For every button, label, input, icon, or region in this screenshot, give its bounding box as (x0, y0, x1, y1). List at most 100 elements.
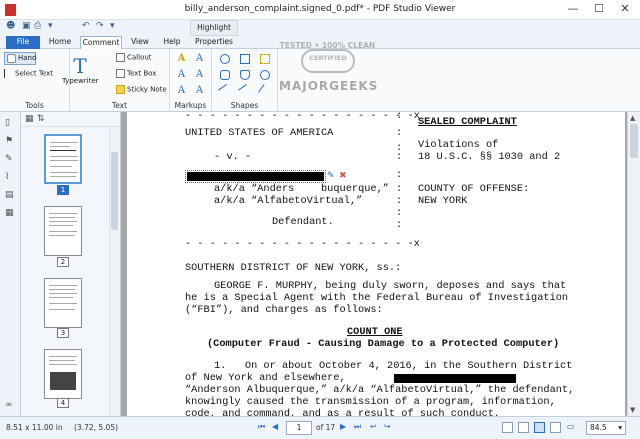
sticky-note-label: Sticky Note (127, 85, 167, 94)
scroll-down-icon[interactable]: ▼ (630, 406, 635, 414)
page-count-label: of 17 (316, 423, 336, 432)
highlight-area-icon[interactable] (260, 54, 270, 64)
link-icon[interactable]: ∞ (5, 400, 15, 410)
close-button[interactable]: ✕ (612, 0, 638, 20)
hand-button[interactable]: Hand (4, 52, 36, 65)
document-scroll-thumb[interactable] (630, 124, 638, 158)
layers-icon[interactable]: ▤ (5, 190, 15, 200)
tab-comment[interactable]: Comment (80, 36, 122, 49)
majorgeeks-watermark: TESTED • 100% CLEAN CERTIFIED MAJORGEEKS (279, 35, 377, 111)
redo-icon[interactable]: ↷ (96, 21, 104, 31)
markups-group: A A A A A A Markups (170, 49, 212, 112)
back-icon[interactable]: ↩ (370, 422, 377, 431)
print-icon[interactable]: ⎙ (34, 21, 41, 31)
undo-icon[interactable]: ↶ (82, 21, 90, 31)
square-icon[interactable] (240, 54, 250, 64)
maximize-button[interactable]: ☐ (586, 0, 612, 20)
doc-party-left: UNITED STATES OF AMERICA (185, 127, 334, 139)
customize-icon[interactable]: ▾ (48, 21, 53, 31)
tab-help[interactable]: Help (158, 36, 186, 49)
window-title: billy_anderson_complaint.signed_0.pdf* -… (184, 4, 456, 14)
doc-colon: : (396, 219, 403, 231)
strikeout-icon[interactable]: A (193, 53, 206, 65)
doc-count-desc: (Computer Fraud - Causing Damage to a Pr… (207, 338, 560, 350)
context-tab-highlight-area: Highlight Area (190, 20, 238, 46)
redaction-box[interactable] (394, 374, 516, 383)
typewriter-label: Typewriter (62, 77, 99, 85)
replace-text-icon[interactable]: A (193, 69, 206, 81)
circle-icon[interactable] (220, 54, 230, 64)
pencil-icon[interactable] (258, 84, 272, 98)
doc-para2-line5: code, and command, and as a result of su… (185, 408, 501, 416)
previous-page-icon[interactable]: ◀ (272, 422, 278, 431)
callout-button[interactable]: Callout (116, 53, 152, 62)
thumbnail-page-3[interactable] (44, 278, 82, 328)
thumbnail-scrollbar[interactable] (109, 127, 119, 416)
tab-view[interactable]: View (126, 36, 154, 49)
minimize-button[interactable]: — (560, 0, 586, 20)
first-page-icon[interactable]: ⏮ (258, 422, 265, 432)
thumbnail-options-icon[interactable]: ▦ (25, 114, 34, 124)
doc-colon: : (396, 127, 403, 139)
next-page-icon[interactable]: ▶ (340, 422, 346, 431)
continuous-view-icon[interactable] (518, 422, 529, 433)
arrow-icon[interactable] (238, 84, 252, 98)
ellipse-icon[interactable] (260, 70, 270, 80)
facing-view-icon[interactable] (534, 422, 545, 433)
thumbnail-number: 2 (57, 257, 69, 267)
delete-annotation-icon[interactable]: ✖ (339, 170, 347, 183)
text-box-button[interactable]: Text Box (116, 69, 156, 78)
document-scrollbar[interactable]: ▲ ▼ (627, 112, 640, 416)
select-text-button[interactable]: Select Text (4, 69, 53, 78)
line-icon[interactable] (218, 84, 232, 98)
highlight-icon[interactable]: A (175, 53, 188, 65)
last-page-icon[interactable]: ⏭ (354, 422, 361, 432)
facing-continuous-view-icon[interactable] (550, 422, 561, 433)
doc-county: NEW YORK (418, 195, 468, 207)
single-page-view-icon[interactable] (502, 422, 513, 433)
customize-icon[interactable]: ▾ (110, 21, 115, 31)
tab-file[interactable]: File (6, 36, 40, 49)
signatures-icon[interactable]: ▦ (5, 208, 15, 218)
thumbnail-page-2[interactable] (44, 206, 82, 256)
doc-defendant: Defendant. (272, 216, 334, 228)
doc-para1-line3: (“FBI”), and charges as follows: (185, 304, 383, 316)
tools-group-label: Tools (25, 101, 44, 110)
quick-access-toolbar: ☻ ▣ ⎙ ▾ ↶ ↷ ▾ (0, 20, 640, 36)
app-menu-icon[interactable]: ☻ (6, 21, 15, 31)
squiggly-icon[interactable]: A (193, 85, 206, 97)
scroll-up-icon[interactable]: ▲ (630, 114, 635, 122)
typewriter-button[interactable]: T Typewriter (62, 54, 99, 85)
status-bar: 8.51 x 11.00 in (3.72, 5.05) ⏮ ◀ 1 of 17… (0, 416, 640, 439)
redaction-box-selected[interactable] (185, 170, 326, 183)
doc-colon: : (396, 112, 403, 122)
save-icon[interactable]: ▣ (22, 21, 31, 31)
doc-dashes-top: - - - - - - - - - - - - - - - - - - -x (185, 112, 420, 122)
zoom-field[interactable]: 84.5 ▾ (586, 421, 626, 435)
forward-icon[interactable]: ↪ (384, 422, 391, 431)
thumbnail-settings-icon[interactable]: ⇅ (37, 114, 45, 124)
sticky-note-button[interactable]: Sticky Note (116, 85, 167, 94)
underline-icon[interactable]: A (175, 69, 188, 81)
thumbnails-header: ▦ ⇅ (21, 112, 121, 127)
thumbnail-page-4[interactable] (44, 349, 82, 399)
text-group: T Typewriter Callout Text Box Sticky Note… (62, 49, 170, 112)
polygon-icon[interactable] (240, 70, 250, 80)
edit-annotation-icon[interactable]: ✎ (327, 170, 335, 183)
tab-home[interactable]: Home (44, 36, 76, 49)
thumbnails-icon[interactable]: ▯ (5, 118, 15, 128)
page-number-input[interactable]: 1 (286, 421, 312, 435)
comments-icon[interactable]: ✎ (5, 154, 15, 164)
tab-properties[interactable]: Properties (190, 36, 238, 49)
insert-text-icon[interactable]: A (175, 85, 188, 97)
bookmarks-icon[interactable]: ⚑ (5, 136, 15, 146)
thumbnail-scroll-thumb[interactable] (111, 152, 118, 230)
typewriter-icon: T (73, 54, 87, 78)
thumbnail-page-1[interactable] (44, 134, 82, 184)
chevron-down-icon[interactable]: ▾ (618, 422, 622, 434)
cloud-icon[interactable] (220, 70, 230, 80)
zoom-out-icon[interactable]: ▭ (567, 422, 575, 431)
text-box-label: Text Box (127, 69, 157, 78)
document-viewer[interactable]: - - - - - - - - - - - - - - - - - - -x :… (121, 112, 627, 416)
attachments-icon[interactable]: ⌇ (5, 172, 15, 182)
